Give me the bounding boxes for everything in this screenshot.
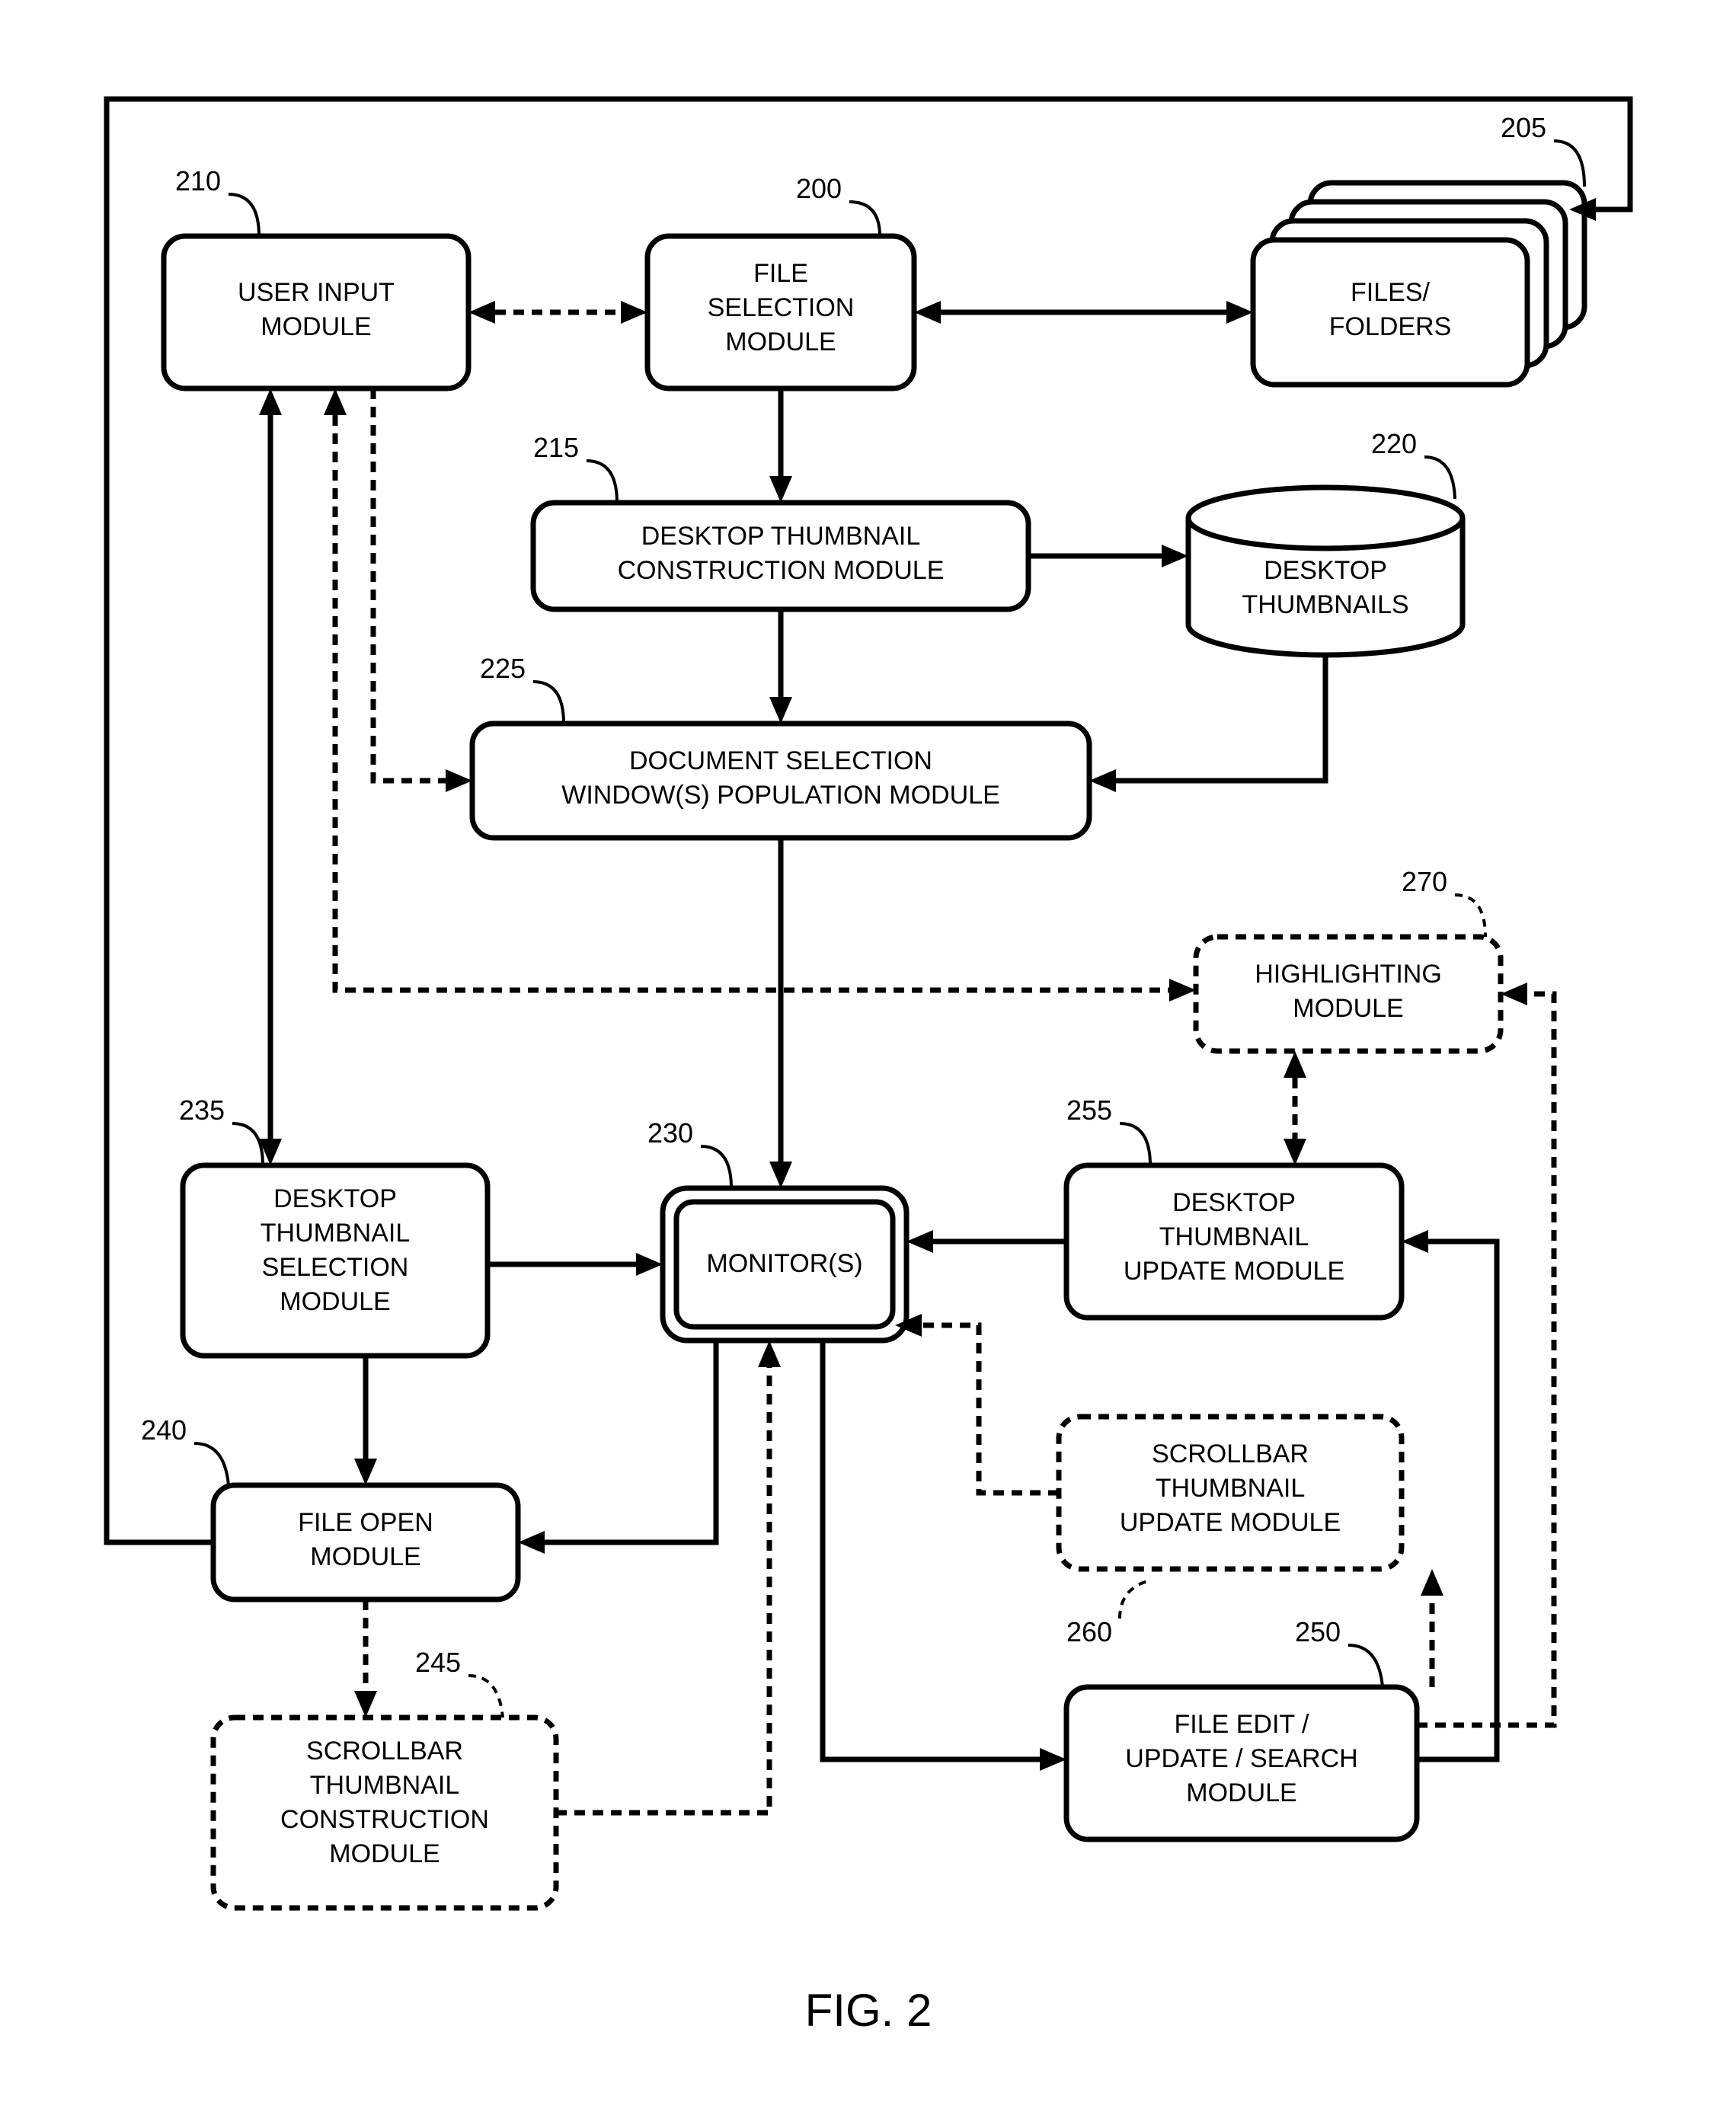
n250-l2: MODULE xyxy=(1186,1778,1296,1807)
n260-l2: UPDATE MODULE xyxy=(1120,1508,1341,1537)
n205-l0: FILES/ xyxy=(1351,278,1430,307)
figure-label: FIG. 2 xyxy=(805,1985,932,2036)
node-user-input-module: USER INPUT MODULE xyxy=(164,236,468,388)
ref-260: 260 xyxy=(1066,1616,1112,1647)
node-desktop-thumbnail-construction: DESKTOP THUMBNAIL CONSTRUCTION MODULE xyxy=(533,503,1028,609)
node-desktop-thumbnail-update: DESKTOP THUMBNAIL UPDATE MODULE xyxy=(1066,1165,1402,1318)
ref-200: 200 xyxy=(796,173,842,204)
n250-l0: FILE EDIT / xyxy=(1175,1710,1310,1739)
n210-l1: MODULE xyxy=(261,312,371,341)
n225-l0: DOCUMENT SELECTION xyxy=(629,746,932,775)
ref-225: 225 xyxy=(480,653,526,684)
n200-l2: MODULE xyxy=(725,328,836,356)
node-desktop-thumbnail-selection: DESKTOP THUMBNAIL SELECTION MODULE xyxy=(183,1165,488,1356)
n260-l1: THUMBNAIL xyxy=(1156,1474,1305,1503)
n220-l1: THUMBNAILS xyxy=(1242,590,1408,619)
ref-250: 250 xyxy=(1295,1616,1341,1647)
node-document-selection-population: DOCUMENT SELECTION WINDOW(S) POPULATION M… xyxy=(472,724,1089,838)
n260-l0: SCROLLBAR xyxy=(1152,1440,1309,1468)
n255-l2: UPDATE MODULE xyxy=(1124,1257,1344,1286)
ref-230: 230 xyxy=(647,1117,693,1149)
n200-l1: SELECTION xyxy=(708,293,855,322)
n205-l1: FOLDERS xyxy=(1329,312,1452,341)
n215-l1: CONSTRUCTION MODULE xyxy=(618,556,945,585)
ref-235: 235 xyxy=(179,1094,225,1126)
n240-l0: FILE OPEN xyxy=(298,1508,433,1537)
n210-l0: USER INPUT xyxy=(238,278,395,307)
node-scrollbar-thumbnail-update: SCROLLBAR THUMBNAIL UPDATE MODULE xyxy=(1059,1417,1402,1569)
n235-l2: SELECTION xyxy=(262,1253,409,1282)
node-highlighting-module: HIGHLIGHTING MODULE xyxy=(1196,937,1501,1051)
ref-215: 215 xyxy=(533,432,579,463)
n245-l1: THUMBNAIL xyxy=(310,1771,459,1800)
n235-l3: MODULE xyxy=(280,1287,390,1316)
n255-l1: THUMBNAIL xyxy=(1159,1222,1309,1251)
n230-l0: MONITOR(S) xyxy=(706,1249,862,1278)
ref-245: 245 xyxy=(415,1647,461,1678)
node-monitors: MONITOR(S) xyxy=(663,1188,906,1340)
node-scrollbar-thumbnail-construction: SCROLLBAR THUMBNAIL CONSTRUCTION MODULE xyxy=(213,1718,556,1908)
node-file-selection-module: FILE SELECTION MODULE xyxy=(647,236,914,388)
node-file-open-module: FILE OPEN MODULE xyxy=(213,1485,518,1599)
node-file-edit-update-search: FILE EDIT / UPDATE / SEARCH MODULE xyxy=(1066,1687,1417,1839)
ref-270: 270 xyxy=(1402,866,1447,897)
n235-l1: THUMBNAIL xyxy=(261,1219,410,1248)
node-files-folders: FILES/FOLDERS xyxy=(1253,183,1584,385)
n240-l1: MODULE xyxy=(310,1542,420,1571)
n250-l1: UPDATE / SEARCH xyxy=(1125,1744,1357,1773)
n225-l1: WINDOW(S) POPULATION MODULE xyxy=(561,781,1000,810)
ref-240: 240 xyxy=(141,1414,187,1446)
n245-l0: SCROLLBAR xyxy=(306,1737,463,1765)
ref-220: 220 xyxy=(1371,428,1417,459)
svg-text:MONITOR(S): MONITOR(S) xyxy=(706,1249,862,1278)
n220-l0: DESKTOP xyxy=(1264,556,1387,585)
n255-l0: DESKTOP xyxy=(1172,1188,1296,1217)
n200-l0: FILE xyxy=(753,259,808,288)
diagram-canvas: FILES/FOLDERS 205 FILE SELECTION MODULE 20… xyxy=(0,0,1736,2109)
node-desktop-thumbnails-db: DESKTOP THUMBNAILS xyxy=(1188,487,1463,655)
ref-205: 205 xyxy=(1501,112,1546,143)
n270-l0: HIGHLIGHTING xyxy=(1255,960,1442,989)
n245-l3: MODULE xyxy=(329,1839,440,1868)
n215-l0: DESKTOP THUMBNAIL xyxy=(641,522,921,551)
n235-l0: DESKTOP xyxy=(273,1184,397,1213)
n270-l1: MODULE xyxy=(1293,994,1403,1023)
n245-l2: CONSTRUCTION xyxy=(280,1805,489,1834)
ref-210: 210 xyxy=(175,165,221,197)
ref-255: 255 xyxy=(1066,1094,1112,1126)
